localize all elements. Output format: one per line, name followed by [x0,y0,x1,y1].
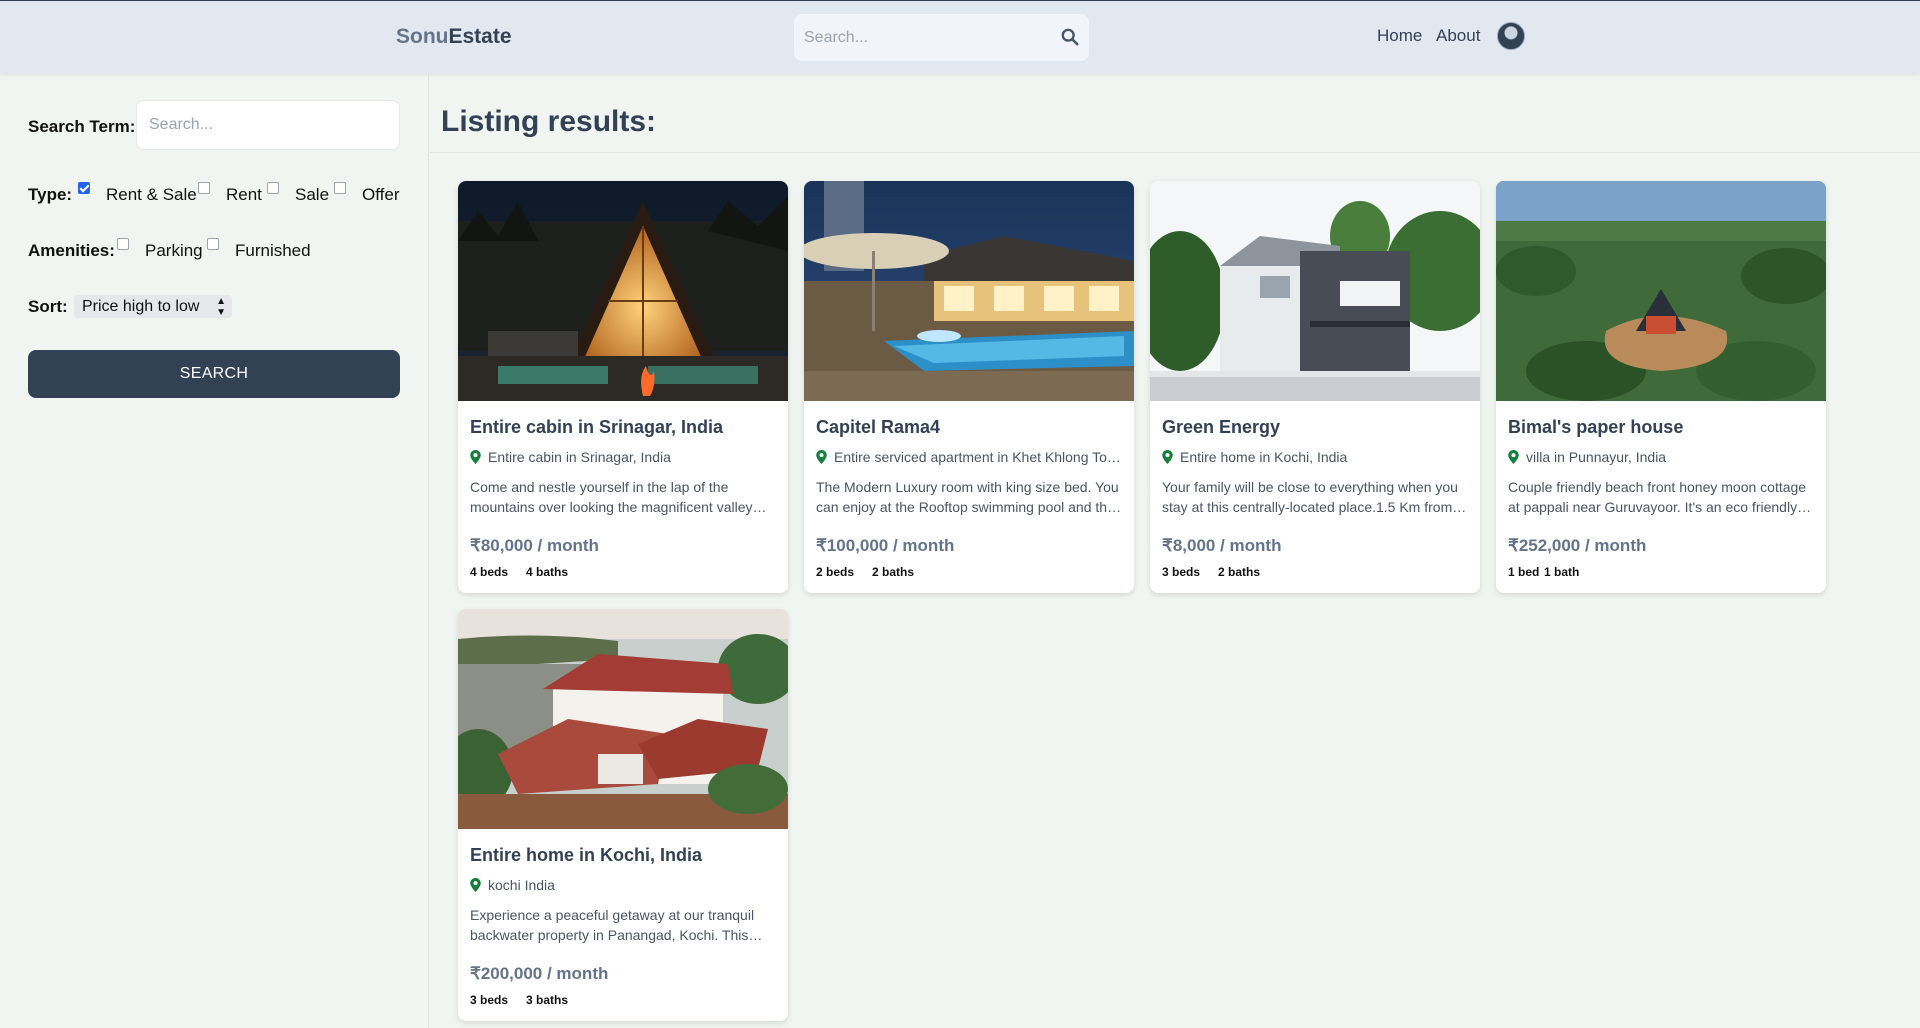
listing-description: Couple friendly beach front honey moon c… [1508,479,1807,515]
listing-location: Entire home in Kochi, India [1162,449,1472,465]
type-rent-sale-label: Rent & Sale [106,185,197,204]
search-button[interactable]: SEARCH [28,350,400,398]
listing-beds: 3 beds [470,993,509,1007]
search-term-input[interactable] [136,100,400,150]
nav-home-link[interactable]: Home [1377,26,1422,46]
listing-title[interactable]: Capitel Rama4 [816,417,1124,438]
listing-title[interactable]: Green Energy [1162,417,1470,438]
header-search-form [794,14,1089,61]
listing-image-green-energy[interactable] [1150,181,1480,401]
amenity-parking-checkbox[interactable] [117,238,129,250]
amenity-parking-label: Parking [145,241,203,260]
listing-description: Come and nestle yourself in the lap of t… [470,479,753,515]
sort-selected-value: Price high to low [82,298,200,315]
listing-baths: 4 baths [526,565,569,579]
amenity-furnished-checkbox[interactable] [207,238,219,250]
listing-price: ₹100,000 / month [816,536,955,555]
search-term-label: Search Term: [28,117,136,136]
type-rent-checkbox[interactable] [198,182,210,194]
user-avatar[interactable] [1497,22,1525,50]
listing-beds: 3 beds [1162,565,1201,579]
location-pin-icon [470,878,481,892]
listing-title[interactable]: Entire cabin in Srinagar, India [470,417,778,438]
listing-baths: 1 bath [1544,565,1580,579]
listing-title[interactable]: Bimal's paper house [1508,417,1816,438]
location-pin-icon [816,450,827,464]
type-sale-checkbox[interactable] [267,182,279,194]
listing-description: Your family will be close to everything … [1162,479,1458,515]
amenities-label: Amenities: [28,241,115,260]
listing-location-text: Entire home in Kochi, India [1180,449,1348,465]
listing-price: ₹252,000 / month [1508,536,1647,555]
sort-select[interactable]: Price high to low ▲ ▼ [74,295,232,318]
location-pin-icon [1508,450,1519,464]
listing-location: Entire serviced apartment in Khet Khlong… [816,449,1126,465]
listing-baths: 2 baths [1218,565,1261,579]
search-icon[interactable] [1061,28,1079,46]
listing-card[interactable]: Capitel Rama4 Entire serviced apartment … [804,181,1134,593]
listing-baths: 2 baths [872,565,915,579]
listing-location-text: Entire serviced apartment in Khet Khlong… [834,449,1126,465]
listing-price: ₹200,000 / month [470,964,609,983]
listing-location: kochi India [470,877,780,893]
listing-location: villa in Punnayur, India [1508,449,1818,465]
listing-baths: 3 baths [526,993,569,1007]
select-arrows-icon: ▲ ▼ [216,296,226,318]
listing-price: ₹80,000 / month [470,536,599,555]
listing-image-apartment[interactable] [804,181,1134,401]
listing-card[interactable]: Bimal's paper house villa in Punnayur, I… [1496,181,1826,593]
type-label: Type: [28,185,73,204]
nav-about-link[interactable]: About [1436,26,1480,46]
type-sale-label: Sale [295,185,330,204]
logo-text-part2: Estate [448,25,512,48]
listing-card[interactable]: Green Energy Entire home in Kochi, India… [1150,181,1480,593]
location-pin-icon [470,450,481,464]
sort-label: Sort: [28,297,68,316]
listing-card[interactable]: Entire home in Kochi, India kochi India … [458,609,788,1021]
listing-beds: 4 beds [470,565,509,579]
location-pin-icon [1162,450,1173,464]
listing-description: The Modern Luxury room with king size be… [816,479,1119,515]
listing-description: Experience a peaceful getaway at our tra… [470,907,755,943]
type-offer-label: Offer [362,185,400,204]
site-logo[interactable]: SonuEstate [396,25,512,49]
filter-sidebar [0,74,429,1028]
type-offer-checkbox[interactable] [334,182,346,194]
listing-location-text: kochi India [488,877,555,893]
title-divider [430,152,1920,153]
listing-location-text: villa in Punnayur, India [1526,449,1667,465]
page-title: Listing results: [441,105,657,138]
listing-beds: 1 bed [1508,565,1540,579]
listing-image-paper-house[interactable] [1496,181,1826,401]
listing-image-kochi-home[interactable] [458,609,788,829]
listing-title[interactable]: Entire home in Kochi, India [470,845,778,866]
type-rent-sale-checkbox[interactable] [78,182,90,194]
listing-price: ₹8,000 / month [1162,536,1282,555]
listing-beds: 2 beds [816,565,855,579]
listing-card[interactable]: Entire cabin in Srinagar, India Entire c… [458,181,788,593]
logo-text-part1: Sonu [396,25,449,48]
header-search-input[interactable] [794,14,1044,61]
listing-location-text: Entire cabin in Srinagar, India [488,449,671,465]
listing-location: Entire cabin in Srinagar, India [470,449,780,465]
amenity-furnished-label: Furnished [235,241,311,260]
type-rent-label: Rent [226,185,262,204]
top-navbar: SonuEstate Home About [0,0,1920,73]
listing-image-cabin[interactable] [458,181,788,401]
